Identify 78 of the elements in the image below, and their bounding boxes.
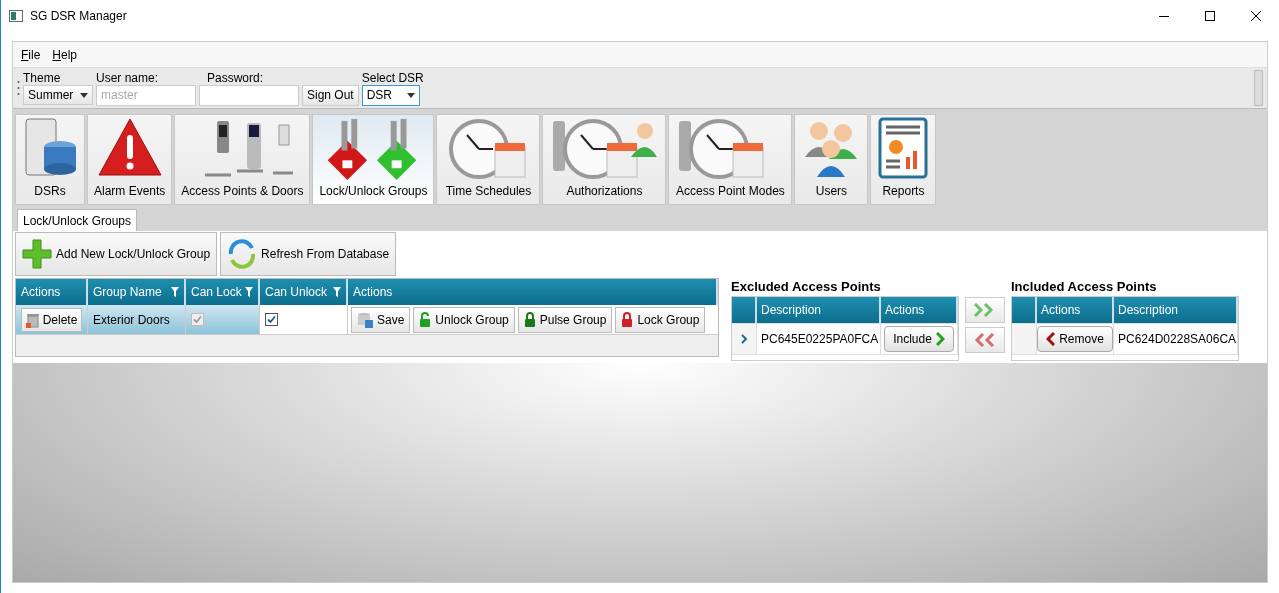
ribbon-tab[interactable]: Access Points & Doors — [174, 114, 311, 205]
ribbon-tab[interactable]: Alarm Events — [87, 114, 173, 205]
padlock-icon — [621, 311, 634, 328]
window-title: SG DSR Manager — [30, 8, 127, 25]
double-chevron-right-icon — [974, 303, 996, 317]
grip-icon — [17, 79, 20, 97]
filter-icon — [245, 287, 253, 297]
table-cell: PC645E0225PA0FCA — [757, 324, 881, 354]
include-all-button[interactable] — [965, 297, 1005, 323]
refresh-icon — [227, 239, 258, 269]
dsr-dropdown[interactable]: DSR — [361, 84, 420, 106]
ribbon-tab[interactable]: Authorizations — [542, 114, 667, 205]
password-field[interactable] — [199, 84, 299, 106]
row-action-button[interactable]: Pulse Group — [517, 306, 613, 333]
checkbox[interactable] — [265, 313, 278, 326]
field-label: User name: — [96, 70, 160, 85]
column-header[interactable]: Actions — [1037, 297, 1114, 323]
table-row[interactable]: Delete Exterior Doors Save Unlock Group Pulse Group Lock Group — [16, 305, 718, 335]
add-group-button[interactable]: Add New Lock/Unlock Group — [15, 232, 218, 276]
warning-icon — [96, 117, 163, 177]
content-tab[interactable]: Lock/Unlock Groups — [17, 209, 138, 231]
ribbon-tab[interactable]: Time Schedules — [436, 114, 541, 205]
trash-icon — [25, 311, 40, 328]
ribbon-tab[interactable]: Users — [794, 114, 869, 205]
filter-icon — [171, 287, 179, 297]
refresh-button[interactable]: Refresh From Database — [220, 232, 397, 276]
padlock-icon — [523, 311, 536, 328]
column-header[interactable]: Group Name — [88, 279, 186, 305]
dropdown-arrow-icon — [80, 92, 88, 98]
report-icon — [878, 117, 929, 179]
server-database-icon — [22, 117, 78, 179]
remove-button[interactable]: Remove — [1037, 326, 1113, 352]
chevron-right-icon — [935, 332, 945, 346]
row-action-button[interactable]: Save — [351, 306, 411, 333]
column-header[interactable]: Actions — [348, 279, 718, 305]
row-action-button[interactable]: Lock Group — [615, 306, 706, 333]
remove-all-button[interactable] — [965, 327, 1005, 353]
ribbon-tab[interactable]: Reports — [870, 114, 937, 205]
scrollbar[interactable] — [1254, 70, 1263, 106]
unlocked-padlock-icon — [419, 311, 432, 328]
column-header[interactable]: Actions — [16, 279, 88, 305]
panel-title: Excluded Access Points — [731, 278, 882, 296]
sign-out-button[interactable]: Sign Out — [302, 84, 359, 106]
column-header[interactable]: Description — [1114, 297, 1238, 323]
delete-button[interactable]: Delete — [20, 307, 83, 332]
minimize-icon — [1159, 15, 1169, 17]
filter-icon — [333, 287, 341, 297]
column-header[interactable]: Can Lock — [186, 279, 260, 305]
ribbon-tab[interactable]: Lock/Unlock Groups — [312, 114, 435, 205]
ribbon-tab[interactable]: Access Point Modes — [668, 114, 793, 205]
table-cell: PC624D0228SA06CA — [1114, 324, 1238, 354]
field-label: Password: — [206, 70, 265, 85]
menu-item[interactable]: Help — [52, 45, 78, 64]
close-icon — [1251, 11, 1261, 21]
column-header[interactable]: Description — [757, 297, 881, 323]
field-label: Select DSR — [361, 70, 424, 85]
row-header[interactable] — [732, 324, 757, 354]
app-icon — [9, 10, 23, 22]
maximize-icon — [1205, 11, 1215, 21]
column-header[interactable]: Can Unlock — [260, 279, 348, 305]
column-header — [1012, 297, 1037, 323]
include-button[interactable]: Include — [884, 326, 954, 352]
menu-item[interactable]: File — [21, 45, 41, 64]
current-row-icon — [740, 334, 748, 344]
chevron-left-icon — [1046, 332, 1056, 346]
column-header — [732, 297, 757, 323]
save-icon — [357, 311, 373, 328]
table-cell: Exterior Doors — [88, 305, 186, 334]
username-field[interactable]: master — [96, 84, 196, 106]
column-header[interactable]: Actions — [881, 297, 958, 323]
dropdown-arrow-icon — [406, 92, 415, 98]
panel-title: Included Access Points — [1011, 278, 1158, 296]
ribbon-tab[interactable]: DSRs — [15, 114, 85, 205]
theme-dropdown[interactable]: Summer — [23, 85, 93, 105]
row-action-button[interactable]: Unlock Group — [413, 306, 515, 333]
field-label: Theme — [23, 71, 62, 85]
double-chevron-left-icon — [974, 333, 996, 347]
plus-icon — [22, 239, 52, 269]
